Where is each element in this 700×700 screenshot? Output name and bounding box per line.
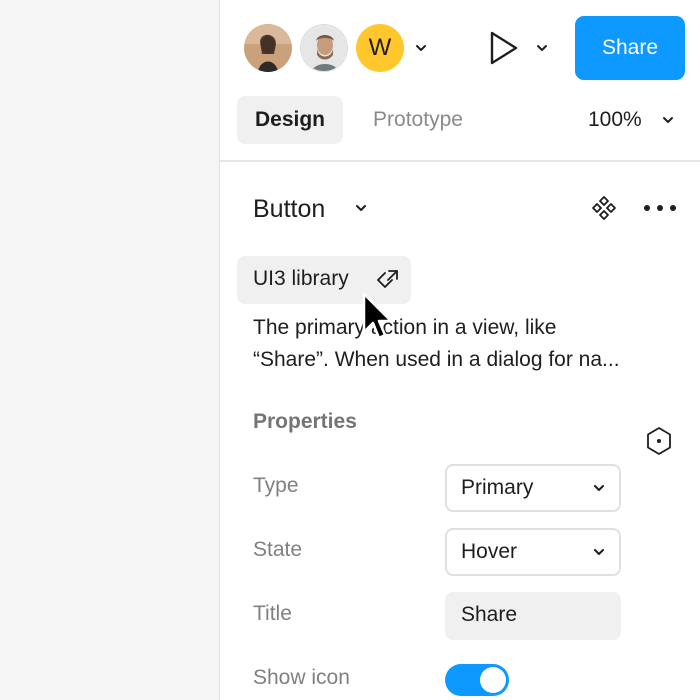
avatar-collaborator-2[interactable]	[300, 24, 348, 72]
chevron-down-icon	[594, 485, 604, 491]
show-icon-toggle[interactable]	[445, 664, 509, 696]
tab-design[interactable]: Design	[237, 96, 343, 144]
title-input[interactable]: Share	[445, 592, 621, 640]
design-panel: W Share Design Prototype 100% Button UI3…	[219, 0, 700, 700]
library-name: UI3 library	[253, 267, 349, 290]
toggle-knob	[480, 667, 506, 693]
zoom-level[interactable]: 100%	[588, 108, 642, 132]
description-line-1: The primary action in a view, like	[253, 316, 557, 339]
share-button[interactable]: Share	[575, 16, 685, 80]
state-value: Hover	[461, 540, 518, 563]
component-link-icon	[377, 270, 398, 288]
title-chevron-icon[interactable]	[355, 203, 367, 213]
property-label-state: State	[253, 538, 303, 561]
property-label-title: Title	[253, 602, 292, 625]
avatar-w[interactable]: W	[356, 24, 404, 72]
divider	[220, 160, 700, 162]
component-title[interactable]: Button	[253, 192, 325, 226]
property-label-type: Type	[253, 474, 299, 497]
chevron-down-icon[interactable]	[415, 43, 427, 53]
description-line-2: “Share”. When used in a dialog for na...	[253, 348, 620, 371]
state-select[interactable]: Hover	[445, 528, 621, 576]
tab-prototype[interactable]: Prototype	[355, 96, 481, 144]
play-menu-chevron-icon[interactable]	[536, 43, 548, 53]
zoom-chevron-icon[interactable]	[662, 115, 674, 125]
avatar-collaborator-1[interactable]	[244, 24, 292, 72]
property-label-show-icon: Show icon	[253, 666, 350, 689]
component-description: The primary action in a view, like “Shar…	[253, 312, 673, 376]
type-value: Primary	[461, 476, 534, 499]
type-select[interactable]: Primary	[445, 464, 621, 512]
chevron-down-icon	[594, 549, 604, 555]
more-icon[interactable]	[642, 203, 678, 213]
component-icon[interactable]	[590, 194, 618, 222]
mouse-cursor-icon	[362, 292, 392, 340]
play-icon[interactable]	[488, 30, 520, 66]
canvas-area[interactable]	[0, 0, 219, 700]
properties-heading: Properties	[253, 410, 357, 433]
instance-properties-icon[interactable]	[645, 426, 673, 456]
title-value: Share	[461, 603, 518, 626]
